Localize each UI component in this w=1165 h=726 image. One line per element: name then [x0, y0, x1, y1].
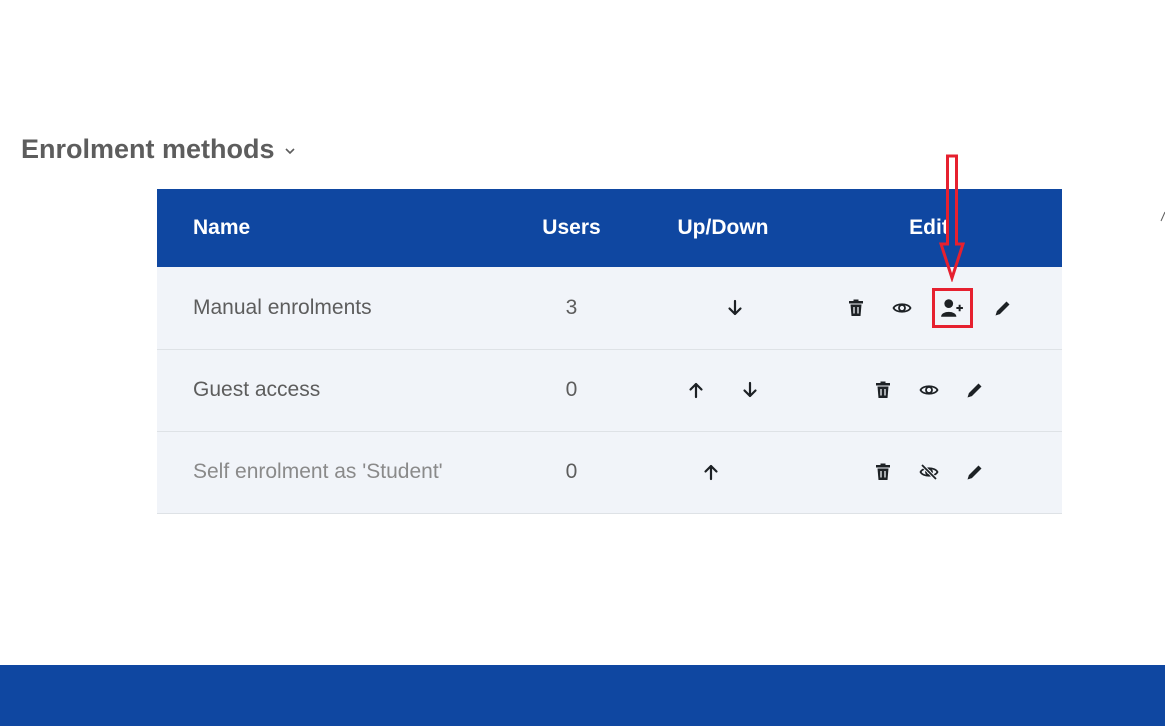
move-up-icon[interactable] [695, 456, 727, 488]
pencil-icon[interactable] [959, 374, 991, 406]
annotation-arrow-icon [938, 154, 966, 282]
header-users: Users [542, 216, 601, 239]
method-name: Self enrolment as 'Student' [193, 460, 443, 483]
move-up-icon[interactable] [680, 374, 712, 406]
move-down-icon[interactable] [719, 292, 751, 324]
eye-icon[interactable] [886, 292, 918, 324]
users-count: 0 [565, 460, 578, 483]
method-name: Guest access [193, 378, 321, 401]
edit-cell [796, 431, 1062, 513]
updown-cell [650, 349, 796, 431]
table-row: Guest access 0 [157, 349, 1062, 431]
edge-mark [1160, 211, 1165, 222]
updown-cell [650, 431, 796, 513]
eye-icon[interactable] [913, 374, 945, 406]
eye-slash-icon[interactable] [913, 456, 945, 488]
header-edit: Edit [909, 216, 949, 239]
section-title: Enrolment methods [21, 133, 275, 164]
page-footer [0, 665, 1165, 726]
delete-icon[interactable] [867, 456, 899, 488]
updown-cell [650, 267, 796, 349]
delete-icon[interactable] [867, 374, 899, 406]
edit-cell [796, 349, 1062, 431]
pencil-icon[interactable] [987, 292, 1019, 324]
enrolment-methods-table: Name Users Up/Down Edit Manual enrolment… [157, 189, 1062, 514]
enrol-users-icon[interactable] [931, 287, 973, 328]
table-header-row: Name Users Up/Down Edit [157, 189, 1062, 267]
table-row: Self enrolment as 'Student' 0 [157, 431, 1062, 513]
pencil-icon[interactable] [959, 456, 991, 488]
move-down-icon[interactable] [734, 374, 766, 406]
chevron-down-icon[interactable] [283, 144, 297, 158]
edit-cell [796, 267, 1062, 349]
users-count: 0 [565, 378, 578, 401]
table-row: Manual enrolments 3 [157, 267, 1062, 349]
method-name: Manual enrolments [193, 295, 372, 319]
users-count: 3 [565, 295, 578, 319]
section-heading: Enrolment methods [21, 131, 297, 167]
delete-icon[interactable] [840, 292, 872, 324]
header-name: Name [193, 216, 251, 239]
header-updown: Up/Down [677, 216, 769, 239]
